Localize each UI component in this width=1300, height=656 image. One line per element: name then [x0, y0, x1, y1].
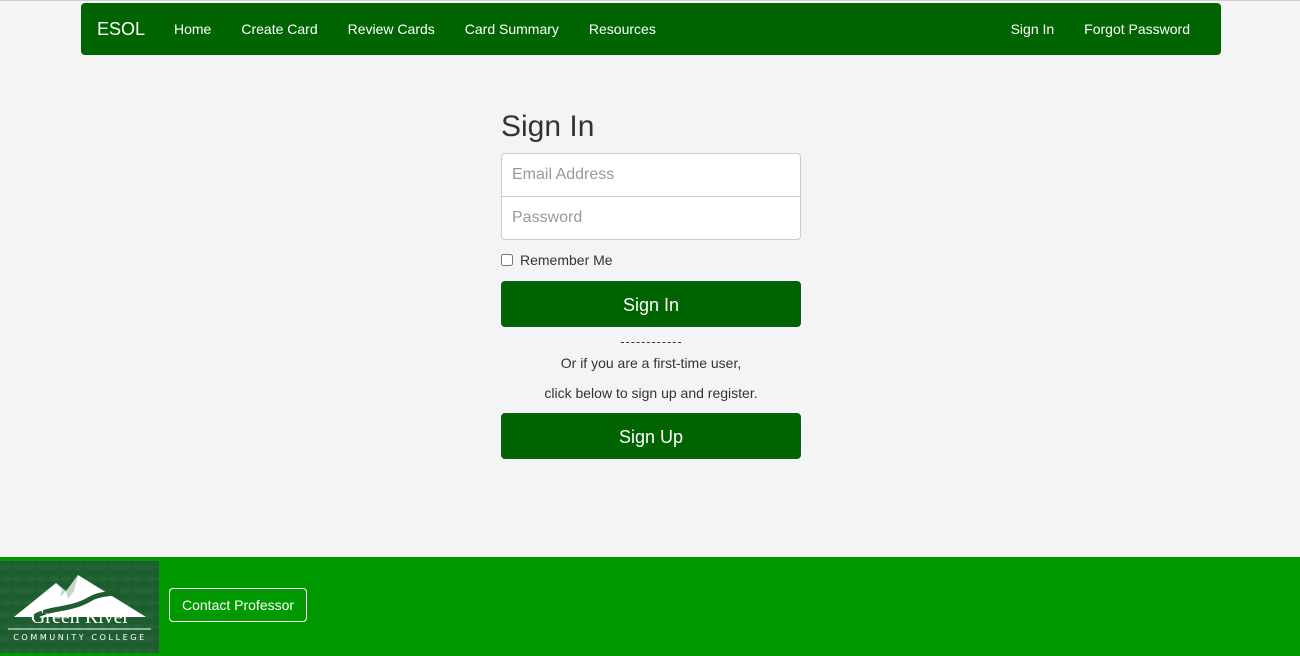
nav-right-group: Sign In Forgot Password: [996, 3, 1205, 55]
nav-sign-in-link[interactable]: Sign In: [996, 3, 1070, 55]
nav-left-group: Home Create Card Review Cards Card Summa…: [159, 3, 671, 55]
sign-up-button[interactable]: Sign Up: [501, 413, 801, 459]
nav-home-link[interactable]: Home: [159, 3, 226, 55]
remember-me-label: Remember Me: [520, 252, 613, 268]
logo-wordmark: Green River: [31, 606, 130, 628]
remember-me-row[interactable]: Remember Me: [501, 252, 801, 268]
college-logo-image: Green River COMMUNITY COLLEGE: [0, 561, 159, 653]
sign-in-heading: Sign In: [501, 110, 595, 143]
green-river-logo: Green River COMMUNITY COLLEGE: [0, 561, 159, 653]
contact-professor-button[interactable]: Contact Professor: [169, 588, 308, 622]
credentials-group: [501, 153, 801, 240]
email-field[interactable]: [501, 153, 801, 197]
sign-in-button[interactable]: Sign In: [501, 281, 801, 327]
nav-card-summary-link[interactable]: Card Summary: [450, 3, 574, 55]
nav-create-card-link[interactable]: Create Card: [226, 3, 332, 55]
top-navbar: ESOL Home Create Card Review Cards Card …: [81, 3, 1221, 55]
brand-link[interactable]: ESOL: [97, 3, 145, 55]
dashed-divider: [621, 342, 681, 343]
nav-resources-link[interactable]: Resources: [574, 3, 671, 55]
page-footer: Green River COMMUNITY COLLEGE Contact Pr…: [0, 557, 1300, 656]
first-time-note: Or if you are a first-time user,: [560, 355, 742, 371]
logo-subtitle: COMMUNITY COLLEGE: [13, 633, 147, 642]
remember-me-checkbox[interactable]: [501, 254, 513, 266]
nav-review-cards-link[interactable]: Review Cards: [333, 3, 450, 55]
register-note: click below to sign up and register.: [544, 385, 758, 401]
password-field[interactable]: [501, 196, 801, 240]
nav-forgot-password-link[interactable]: Forgot Password: [1069, 3, 1205, 55]
sign-in-form: Sign In Remember Me Sign In Or if you ar…: [501, 105, 801, 459]
